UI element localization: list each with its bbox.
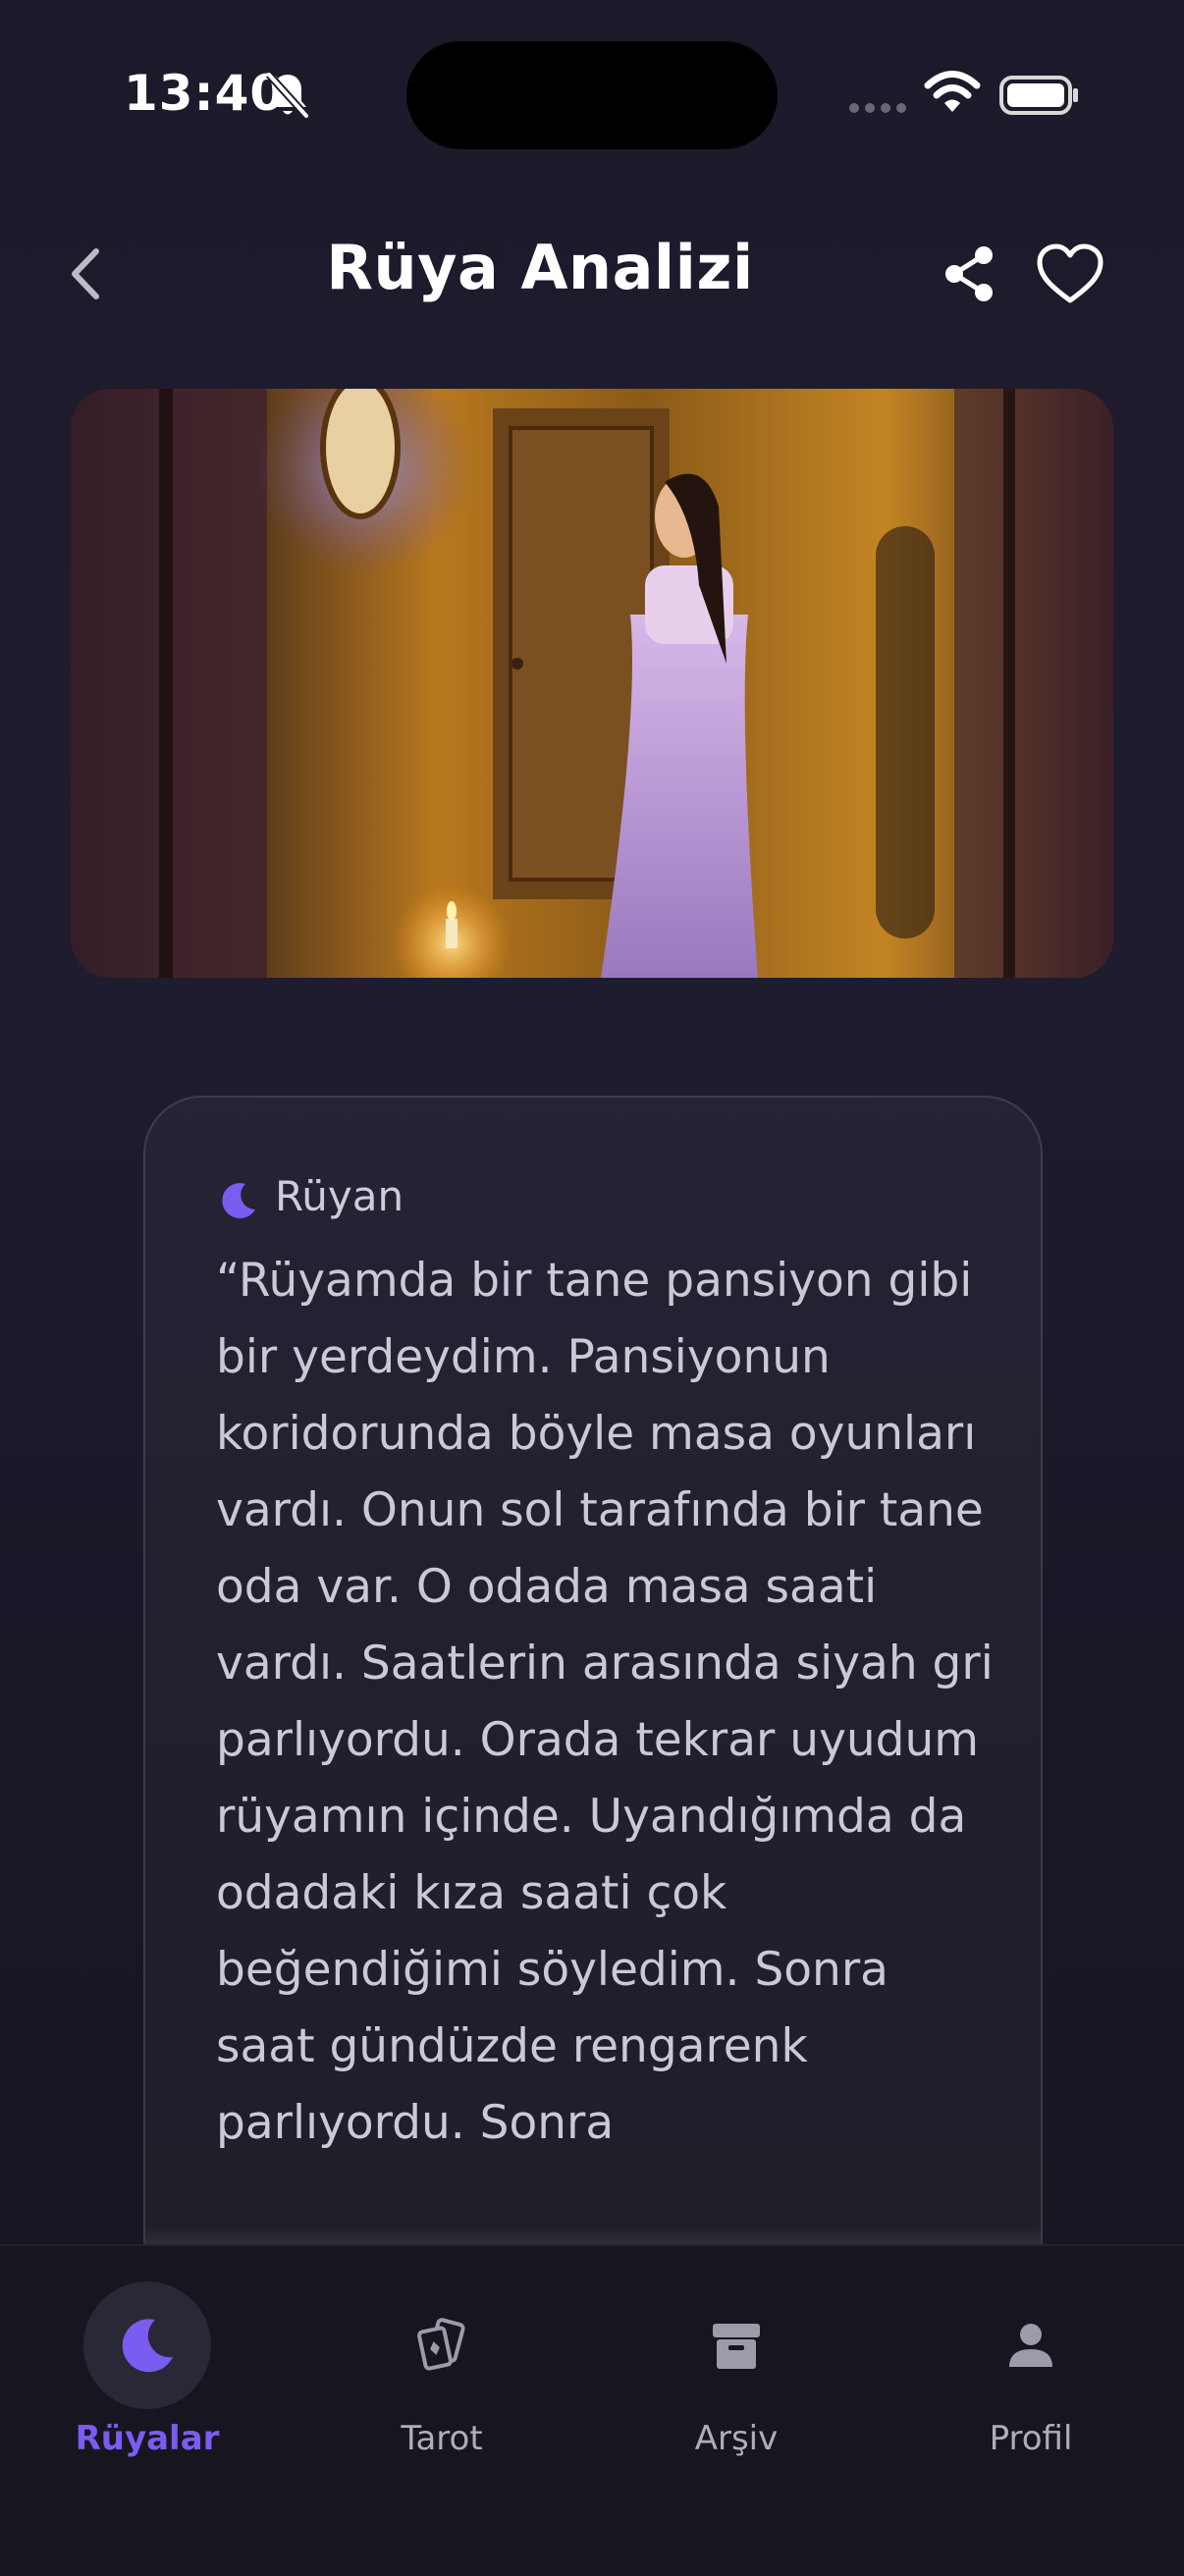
dynamic-island: [406, 41, 778, 149]
dream-illustration: [71, 389, 1113, 978]
nav-item-archive[interactable]: Arşiv: [589, 2246, 884, 2501]
nav-icon-background: [378, 2281, 506, 2409]
nav-item-tarot[interactable]: Tarot: [295, 2246, 589, 2501]
battery-icon: [999, 76, 1078, 115]
nav-icon-background: [673, 2281, 800, 2409]
nav-icon-background: [967, 2281, 1095, 2409]
bell-muted-icon: [266, 72, 309, 119]
status-time: 13:40: [124, 65, 286, 122]
nav-label-archive: Arşiv: [694, 2419, 779, 2458]
dream-card: Rüyan “Rüyamda bir tane pansiyon gibi bi…: [143, 1096, 1043, 2295]
nav-label-dreams: Rüyalar: [75, 2419, 220, 2458]
dream-text: “Rüyamda bir tane pansiyon gibi bir yerd…: [216, 1254, 994, 2150]
archive-box-icon: [713, 2324, 760, 2369]
dream-label: Rüyan: [275, 1172, 404, 1220]
nav-label-profile: Profil: [989, 2419, 1073, 2458]
tarot-cards-icon: [417, 2318, 465, 2371]
page-title: Rüya Analizi: [326, 232, 754, 303]
favorite-heart-icon[interactable]: [1035, 242, 1105, 306]
signal-dots-icon: [849, 103, 906, 113]
wifi-icon: [924, 71, 981, 112]
moon-icon: [222, 1183, 255, 1219]
nav-label-tarot: Tarot: [401, 2419, 483, 2458]
nav-icon-background: [83, 2281, 211, 2409]
nav-item-dreams[interactable]: Rüyalar: [0, 2246, 295, 2501]
dream-scene-image: [71, 389, 1113, 978]
person-icon: [1009, 2324, 1052, 2367]
bottom-nav: Rüyalar Tarot Arşiv Profil: [0, 2244, 1184, 2576]
share-icon[interactable]: [937, 242, 1001, 306]
nav-item-profile[interactable]: Profil: [884, 2246, 1178, 2501]
moon-icon: [122, 2319, 173, 2373]
